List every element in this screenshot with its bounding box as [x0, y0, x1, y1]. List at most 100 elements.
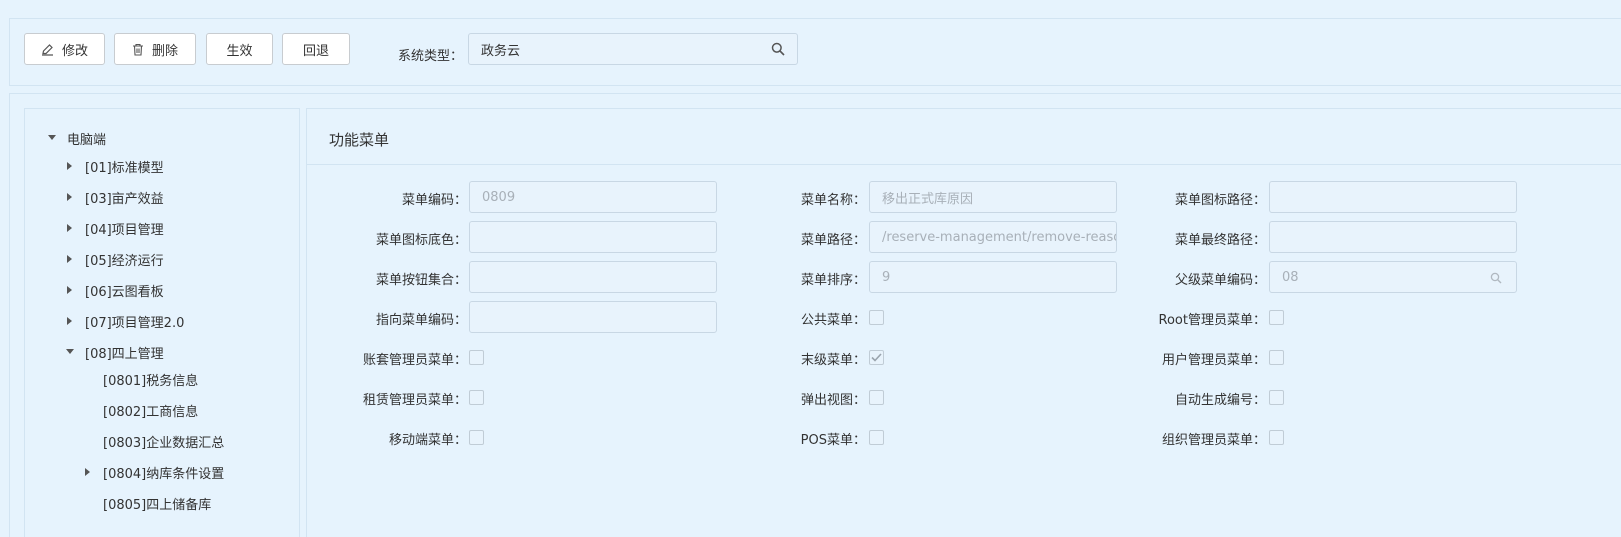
lease-admin-checkbox[interactable]	[469, 390, 484, 405]
icon-bg-field[interactable]	[469, 221, 717, 253]
search-icon[interactable]	[771, 42, 785, 56]
icon-path-field[interactable]	[1269, 181, 1517, 213]
leaf-menu-label: 末级菜单：	[800, 353, 866, 368]
tree-item-label: [08]四上管理	[85, 346, 164, 362]
tree-child[interactable]: [0802]工商信息	[103, 399, 198, 421]
public-menu-label: 公共菜单：	[800, 313, 866, 328]
section-divider	[307, 164, 1621, 165]
tree-root-label: 电脑端	[67, 132, 107, 148]
tree-child-label: [0801]税务信息	[103, 373, 199, 389]
sort-field[interactable]: 9	[869, 261, 1117, 293]
rollback-button[interactable]: 回退	[282, 33, 350, 65]
ledger-admin-checkbox[interactable]	[469, 350, 484, 365]
menu-tree: 电脑端 [01]标准模型 [03]亩产效益 [04]项目管理 [05]经济运行 …	[24, 108, 300, 537]
tree-child[interactable]: [0801]税务信息	[103, 368, 198, 390]
tree-item-label: [04]项目管理	[85, 222, 164, 238]
system-type-input[interactable]: 政务云	[468, 33, 798, 65]
check-icon	[871, 353, 882, 362]
tree-child-label: [0804]纳库条件设置	[103, 466, 225, 482]
apply-button-label: 生效	[226, 43, 253, 59]
edit-button-label: 修改	[61, 43, 88, 59]
sort-value: 9	[882, 269, 891, 285]
menu-path-value: /reserve-management/remove-reaso	[882, 229, 1117, 245]
popup-view-label: 弹出视图：	[800, 393, 866, 408]
caret-right-icon[interactable]	[63, 314, 77, 328]
tree-child[interactable]: [0803]企业数据汇总	[103, 430, 224, 452]
menu-code-field[interactable]: 0809	[469, 181, 717, 213]
system-type-value: 政务云	[481, 43, 521, 59]
tree-child-label: [0803]企业数据汇总	[103, 435, 225, 451]
tree-item-label: [07]项目管理2.0	[85, 315, 185, 331]
tree-child[interactable]: [0804]纳库条件设置	[81, 461, 224, 483]
leaf-menu-checkbox[interactable]	[869, 350, 884, 365]
popup-view-checkbox[interactable]	[869, 390, 884, 405]
sort-label: 菜单排序：	[800, 273, 866, 288]
menu-code-label: 菜单编码：	[401, 193, 467, 208]
pos-menu-checkbox[interactable]	[869, 430, 884, 445]
tree-item[interactable]: [07]项目管理2.0	[63, 310, 184, 332]
tree-item-label: [01]标准模型	[85, 160, 164, 176]
auto-code-checkbox[interactable]	[1269, 390, 1284, 405]
tree-item[interactable]: [03]亩产效益	[63, 186, 164, 208]
caret-right-icon[interactable]	[63, 159, 77, 173]
tree-child-label: [0805]四上储备库	[103, 497, 212, 513]
edit-icon	[41, 43, 53, 56]
delete-button-label: 删除	[151, 43, 178, 59]
main-panel: 电脑端 [01]标准模型 [03]亩产效益 [04]项目管理 [05]经济运行 …	[9, 93, 1621, 537]
parent-code-label: 父级菜单编码：	[1174, 273, 1266, 288]
tree-item[interactable]: [01]标准模型	[63, 155, 164, 177]
tree-item[interactable]: [08]四上管理	[63, 341, 164, 363]
user-admin-checkbox[interactable]	[1269, 350, 1284, 365]
function-menu-panel: 功能菜单 菜单编码： 0809 菜单名称： 移出正式库原因 菜单图标路径： 菜单…	[306, 108, 1621, 537]
system-type-label: 系统类型：	[398, 49, 464, 64]
search-icon[interactable]	[1490, 272, 1502, 284]
menu-name-value: 移出正式库原因	[882, 191, 974, 207]
caret-right-icon[interactable]	[63, 252, 77, 266]
final-path-field[interactable]	[1269, 221, 1517, 253]
icon-bg-label: 菜单图标底色：	[375, 233, 467, 248]
trash-icon	[132, 43, 143, 56]
tree-root[interactable]: 电脑端	[45, 127, 106, 149]
icon-path-label: 菜单图标路径：	[1174, 193, 1266, 208]
menu-code-value: 0809	[482, 189, 516, 205]
caret-down-icon[interactable]	[45, 131, 59, 145]
mobile-menu-label: 移动端菜单：	[388, 433, 467, 448]
tree-item[interactable]: [05]经济运行	[63, 248, 164, 270]
mobile-menu-checkbox[interactable]	[469, 430, 484, 445]
target-code-label: 指向菜单编码：	[375, 313, 467, 328]
public-menu-checkbox[interactable]	[869, 310, 884, 325]
button-set-label: 菜单按钮集合：	[375, 273, 467, 288]
org-admin-label: 组织管理员菜单：	[1161, 433, 1266, 448]
caret-right-icon[interactable]	[63, 283, 77, 297]
tree-item[interactable]: [04]项目管理	[63, 217, 164, 239]
menu-path-label: 菜单路径：	[800, 233, 866, 248]
tree-item-label: [05]经济运行	[85, 253, 164, 269]
tree-child-label: [0802]工商信息	[103, 404, 199, 420]
tree-child[interactable]: [0805]四上储备库	[103, 492, 211, 514]
edit-button[interactable]: 修改	[24, 33, 105, 65]
org-admin-checkbox[interactable]	[1269, 430, 1284, 445]
lease-admin-label: 租赁管理员菜单：	[362, 393, 467, 408]
parent-code-field[interactable]: 08	[1269, 261, 1517, 293]
tree-item-label: [06]云图看板	[85, 284, 164, 300]
target-code-field[interactable]	[469, 301, 717, 333]
caret-right-icon[interactable]	[81, 465, 95, 479]
root-admin-label: Root管理员菜单：	[1158, 313, 1266, 328]
tree-item-label: [03]亩产效益	[85, 191, 164, 207]
final-path-label: 菜单最终路径：	[1174, 233, 1266, 248]
caret-down-icon[interactable]	[63, 345, 77, 359]
parent-code-value: 08	[1282, 269, 1299, 285]
caret-right-icon[interactable]	[63, 221, 77, 235]
menu-path-field[interactable]: /reserve-management/remove-reaso	[869, 221, 1117, 253]
pos-menu-label: POS菜单：	[800, 433, 866, 448]
delete-button[interactable]: 删除	[114, 33, 196, 65]
menu-name-field[interactable]: 移出正式库原因	[869, 181, 1117, 213]
section-title: 功能菜单	[329, 131, 390, 149]
apply-button[interactable]: 生效	[206, 33, 273, 65]
button-set-field[interactable]	[469, 261, 717, 293]
toolbar: 修改 删除 生效 回退 系统类型： 政务云	[9, 18, 1621, 86]
caret-right-icon[interactable]	[63, 190, 77, 204]
root-admin-checkbox[interactable]	[1269, 310, 1284, 325]
tree-item[interactable]: [06]云图看板	[63, 279, 164, 301]
rollback-button-label: 回退	[302, 43, 329, 59]
